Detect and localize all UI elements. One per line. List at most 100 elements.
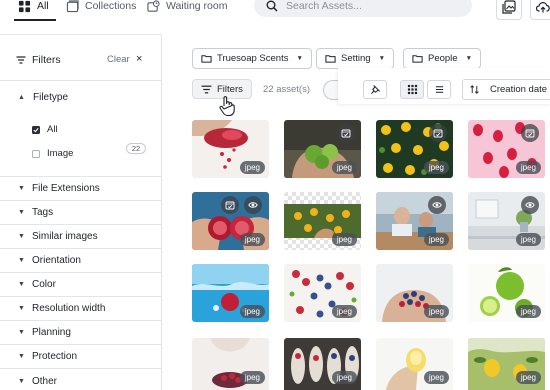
collection-filter-truesoap-scents[interactable]: Truesoap Scents ▼: [192, 48, 312, 69]
filters-title: Filters: [16, 54, 61, 66]
asset-tile[interactable]: jpeg: [376, 120, 453, 178]
collection-filter-people[interactable]: People ▼: [403, 48, 482, 69]
file-type-badge: jpeg: [239, 371, 265, 384]
grid-view-icon: [407, 84, 417, 95]
filetype-option-all[interactable]: All: [32, 124, 58, 135]
asset-tile[interactable]: jpeg: [284, 338, 361, 390]
sidebar-item-tags[interactable]: ▼ Tags: [0, 201, 161, 225]
file-type-badge: jpeg: [331, 305, 357, 318]
collection-filter-setting[interactable]: Setting ▼: [316, 48, 395, 69]
asset-tile[interactable]: jpeg: [468, 192, 545, 250]
dropdown-arrow-icon: ▼: [465, 55, 473, 62]
file-type-badge: jpeg: [239, 233, 265, 246]
file-type-badge: jpeg: [515, 161, 541, 174]
tab-all-label: All: [37, 0, 49, 12]
asset-tile[interactable]: jpeg: [284, 264, 361, 322]
sidebar-item-label: Similar images: [32, 231, 98, 242]
filetype-header[interactable]: ▲ Filetype: [18, 92, 68, 103]
search-bar[interactable]: [254, 0, 472, 17]
cloud-upload-icon: [536, 2, 550, 13]
asset-tile[interactable]: jpeg: [376, 264, 453, 322]
sidebar-item-file-extensions[interactable]: ▼ File Extensions: [0, 177, 161, 201]
filetype-option-image[interactable]: Image: [32, 148, 73, 159]
file-type-badge: jpeg: [331, 371, 357, 384]
asset-tile[interactable]: jpeg: [468, 120, 545, 178]
select-all-toggle[interactable]: [323, 80, 339, 100]
file-type-badge: jpeg: [515, 371, 541, 384]
checkbox-checked[interactable]: [32, 125, 40, 134]
top-bar: All Collections Waiting room: [0, 0, 550, 30]
gallery-icon: [502, 0, 516, 14]
gallery-button[interactable]: [496, 0, 522, 20]
folder-icon: [201, 55, 212, 63]
caret-down-icon: ▼: [18, 257, 25, 264]
collection-filter-label: Setting: [341, 53, 371, 64]
asset-tile[interactable]: jpeg: [192, 338, 269, 390]
tab-all[interactable]: All: [18, 0, 49, 12]
caret-down-icon: ▼: [18, 281, 25, 288]
eye-icon: [432, 202, 442, 208]
preview-icon-wrap[interactable]: [521, 196, 539, 214]
collections-icon: [66, 0, 79, 12]
search-input[interactable]: [286, 0, 456, 12]
filters-toggle-label: Filters: [217, 83, 243, 95]
scheduled-icon-wrap[interactable]: [521, 124, 539, 142]
scheduled-icon-wrap[interactable]: [337, 124, 355, 142]
tab-collections[interactable]: Collections: [66, 0, 136, 12]
sidebar-item-resolution-width[interactable]: ▼ Resolution width: [0, 297, 161, 321]
sidebar-item-label: File Extensions: [32, 183, 100, 194]
filetype-option-label: All: [47, 124, 58, 135]
file-type-badge: jpeg: [423, 233, 449, 246]
scheduled-icon-wrap[interactable]: [221, 196, 239, 214]
sidebar-item-planning[interactable]: ▼ Planning: [0, 321, 161, 345]
caret-down-icon: ▼: [18, 377, 25, 385]
asset-tile[interactable]: jpeg: [468, 264, 545, 322]
clear-filters-button[interactable]: Clear: [107, 54, 130, 65]
sidebar-item-protection[interactable]: ▼ Protection: [0, 345, 161, 369]
caret-down-icon: ▼: [18, 305, 25, 312]
sort-dropdown[interactable]: Creation date: [462, 79, 550, 100]
sidebar-item-color[interactable]: ▼ Color: [0, 273, 161, 297]
folder-icon: [325, 55, 336, 63]
asset-tile[interactable]: jpeg: [192, 192, 269, 250]
folder-icon: [412, 55, 423, 63]
preview-icon-wrap[interactable]: [244, 196, 262, 214]
filter-lines-icon: [201, 85, 212, 93]
tab-collections-label: Collections: [85, 0, 137, 12]
caret-down-icon: ▼: [18, 353, 25, 360]
tab-waiting-room[interactable]: Waiting room: [147, 0, 227, 12]
check-icon: [33, 127, 39, 132]
sidebar-item-similar-images[interactable]: ▼ Similar images: [0, 225, 161, 249]
file-type-badge: jpeg: [423, 305, 449, 318]
calendar-check-icon: [525, 129, 535, 138]
waiting-room-icon: [147, 0, 160, 12]
asset-tile[interactable]: jpeg: [284, 192, 361, 250]
asset-tile[interactable]: jpeg: [376, 338, 453, 390]
asset-tile[interactable]: jpeg: [468, 338, 545, 390]
pin-button[interactable]: [363, 80, 387, 99]
asset-tile[interactable]: jpeg: [192, 264, 269, 322]
sidebar-item-orientation[interactable]: ▼ Orientation: [0, 249, 161, 273]
sidebar-item-label: Tags: [32, 207, 54, 218]
asset-tile[interactable]: jpeg: [284, 120, 361, 178]
hand-cursor-icon: [219, 96, 235, 117]
active-tab-indicator: [14, 19, 56, 21]
close-filters-button[interactable]: ×: [136, 53, 142, 65]
grid-view-button[interactable]: [400, 80, 424, 99]
sidebar-item-label: Orientation: [32, 255, 81, 266]
sidebar-item-label: Protection: [32, 351, 78, 362]
sidebar-item-label: Planning: [32, 327, 71, 338]
checkbox[interactable]: [32, 149, 40, 158]
asset-tile[interactable]: jpeg: [376, 192, 453, 250]
caret-down-icon: ▼: [18, 329, 25, 336]
sidebar-item-label: Other: [32, 375, 58, 387]
list-view-button[interactable]: [427, 80, 451, 99]
filter-lines-icon: [16, 56, 26, 64]
sidebar-item-other[interactable]: ▼ Other: [0, 369, 161, 390]
preview-icon-wrap[interactable]: [428, 196, 446, 214]
filters-sidebar: Filters Clear × ▲ Filetype All Image 22 …: [0, 34, 162, 390]
scheduled-icon-wrap[interactable]: [429, 124, 447, 142]
upload-button[interactable]: [530, 0, 550, 20]
sidebar-item-label: Color: [32, 279, 56, 290]
asset-tile[interactable]: jpeg: [192, 120, 269, 178]
